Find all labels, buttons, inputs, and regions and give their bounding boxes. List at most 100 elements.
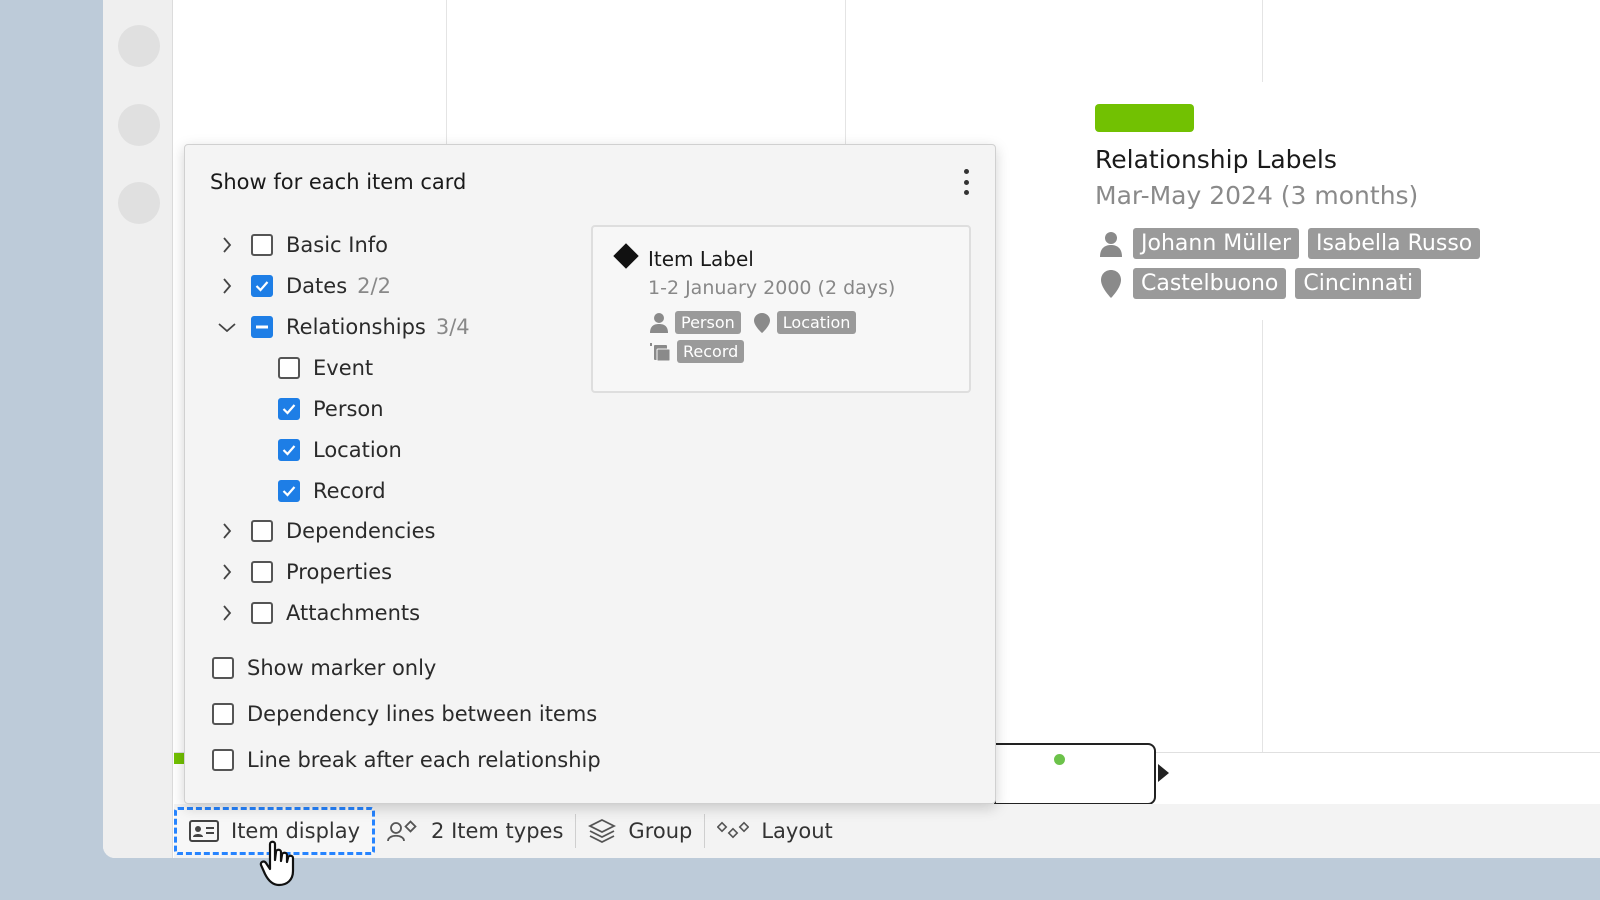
tree-label: Basic Info bbox=[286, 233, 389, 257]
tree-label: Relationships bbox=[286, 315, 426, 339]
tree-item-event[interactable]: Event bbox=[278, 353, 373, 383]
check-icon bbox=[282, 486, 296, 497]
diamond-marker-icon bbox=[613, 243, 639, 269]
layers-icon bbox=[588, 818, 617, 844]
option-label: Dependency lines between items bbox=[247, 702, 598, 726]
tree-label: Event bbox=[313, 356, 374, 380]
left-rail bbox=[103, 0, 173, 858]
id-card-icon bbox=[189, 820, 219, 842]
chevron-right-icon[interactable] bbox=[215, 519, 239, 543]
check-icon bbox=[282, 445, 296, 456]
tree-item-dates[interactable]: Dates 2/2 bbox=[215, 271, 391, 301]
item-types-button[interactable]: 2 Item types bbox=[375, 807, 575, 855]
person-icon bbox=[1098, 230, 1124, 258]
item-bar[interactable] bbox=[1095, 104, 1194, 132]
chevron-right-icon[interactable] bbox=[215, 601, 239, 625]
option-dependency-lines[interactable]: Dependency lines between items bbox=[212, 699, 597, 729]
option-label: Line break after each relationship bbox=[247, 748, 601, 772]
check-icon bbox=[282, 404, 296, 415]
check-icon bbox=[255, 281, 269, 292]
checkbox-dates[interactable] bbox=[251, 275, 273, 297]
location-pin-icon bbox=[1098, 269, 1124, 299]
preview-dates: 1-2 January 2000 (2 days) bbox=[648, 277, 896, 299]
minus-icon bbox=[256, 325, 268, 329]
checkbox-record[interactable] bbox=[278, 480, 300, 502]
layout-icon bbox=[717, 821, 750, 839]
bottom-toolbar: Item display 2 Item types Group Layout bbox=[174, 804, 1600, 858]
preview-title: Item Label bbox=[648, 247, 754, 271]
tree-label: Dependencies bbox=[286, 519, 436, 543]
chevron-down-icon[interactable] bbox=[215, 315, 239, 339]
tree-label: Location bbox=[313, 438, 402, 462]
chevron-right-icon[interactable] bbox=[215, 274, 239, 298]
item-display-popover: Show for each item card Basic Info Dates… bbox=[184, 144, 996, 804]
checkbox-line-break[interactable] bbox=[212, 749, 234, 771]
popover-title: Show for each item card bbox=[210, 170, 467, 194]
item-card-title: Relationship Labels bbox=[1095, 145, 1337, 174]
item-card-preview: Item Label 1-2 January 2000 (2 days) Per… bbox=[591, 225, 971, 393]
tree-label: Attachments bbox=[286, 601, 421, 625]
location-chip[interactable]: Castelbuono bbox=[1133, 268, 1287, 299]
tree-label: Person bbox=[313, 397, 384, 421]
checkbox-event[interactable] bbox=[278, 357, 300, 379]
item-types-label: 2 Item types bbox=[431, 819, 564, 843]
option-line-break[interactable]: Line break after each relationship bbox=[212, 745, 601, 775]
checkbox-basic-info[interactable] bbox=[251, 234, 273, 256]
location-chip[interactable]: Cincinnati bbox=[1295, 268, 1422, 299]
item-types-icon bbox=[387, 820, 417, 842]
location-pin-icon bbox=[753, 312, 770, 333]
option-show-marker-only[interactable]: Show marker only bbox=[212, 653, 436, 683]
rail-button-2[interactable] bbox=[118, 104, 160, 146]
person-chip[interactable]: Isabella Russo bbox=[1307, 228, 1481, 259]
tree-label: Dates bbox=[286, 274, 348, 298]
preview-chip-row: Record bbox=[649, 340, 745, 363]
checkbox-properties[interactable] bbox=[251, 561, 273, 583]
hand-cursor-icon bbox=[258, 838, 308, 892]
person-icon bbox=[650, 312, 668, 333]
checkbox-dependency-lines[interactable] bbox=[212, 703, 234, 725]
tree-item-relationships[interactable]: Relationships 3/4 bbox=[215, 312, 470, 342]
preview-chip-row: Person Location bbox=[649, 311, 857, 334]
checkbox-relationships[interactable] bbox=[251, 316, 273, 338]
rail-button-1[interactable] bbox=[118, 25, 160, 67]
preview-chip-location: Location bbox=[776, 311, 857, 334]
checkbox-dependencies[interactable] bbox=[251, 520, 273, 542]
location-chip-row: Castelbuono Cincinnati bbox=[1098, 268, 1422, 299]
preview-chip-person: Person bbox=[675, 311, 741, 334]
tree-item-record[interactable]: Record bbox=[278, 476, 386, 506]
record-icon bbox=[650, 342, 671, 361]
checkbox-show-marker-only[interactable] bbox=[212, 657, 234, 679]
tree-item-attachments[interactable]: Attachments bbox=[215, 598, 420, 628]
more-options-icon[interactable] bbox=[961, 169, 971, 195]
person-chip[interactable]: Johann Müller bbox=[1133, 228, 1299, 259]
tree-count: 2/2 bbox=[357, 274, 391, 298]
tree-item-person[interactable]: Person bbox=[278, 394, 384, 424]
tree-item-basic-info[interactable]: Basic Info bbox=[215, 230, 388, 260]
tree-count: 3/4 bbox=[435, 315, 470, 339]
person-chip-row: Johann Müller Isabella Russo bbox=[1098, 228, 1481, 259]
tree-label: Properties bbox=[286, 560, 393, 584]
option-label: Show marker only bbox=[247, 656, 437, 680]
gridline bbox=[1262, 320, 1263, 752]
tree-item-location[interactable]: Location bbox=[278, 435, 402, 465]
group-label: Group bbox=[628, 819, 693, 843]
item-card-dates: Mar-May 2024 (3 months) bbox=[1095, 181, 1419, 210]
chevron-right-icon[interactable] bbox=[215, 560, 239, 584]
layout-button[interactable]: Layout bbox=[705, 807, 844, 855]
group-button[interactable]: Group bbox=[576, 807, 704, 855]
rail-button-3[interactable] bbox=[118, 182, 160, 224]
preview-chip-record: Record bbox=[677, 340, 745, 363]
timeline-item-marker[interactable] bbox=[994, 743, 1156, 805]
item-bar-fragment bbox=[174, 753, 184, 764]
tree-item-dependencies[interactable]: Dependencies bbox=[215, 516, 435, 546]
tree-item-properties[interactable]: Properties bbox=[215, 557, 392, 587]
play-arrow-icon bbox=[1158, 764, 1169, 782]
layout-label: Layout bbox=[761, 819, 833, 843]
checkbox-attachments[interactable] bbox=[251, 602, 273, 624]
tree-label: Record bbox=[313, 479, 386, 503]
checkbox-person[interactable] bbox=[278, 398, 300, 420]
gridline bbox=[1262, 0, 1263, 82]
checkbox-location[interactable] bbox=[278, 439, 300, 461]
chevron-right-icon[interactable] bbox=[215, 233, 239, 257]
status-dot bbox=[1054, 754, 1065, 765]
